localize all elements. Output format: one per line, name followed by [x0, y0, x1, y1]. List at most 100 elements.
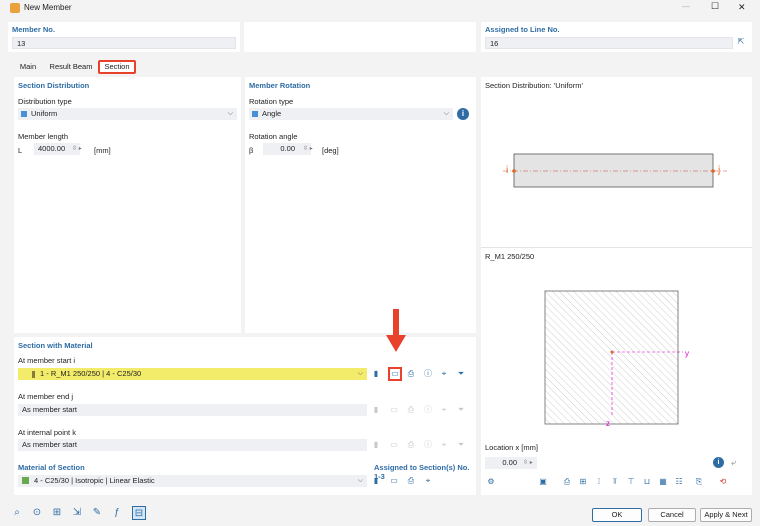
rotation-angle-value: 0.00: [280, 144, 295, 153]
reset-view-icon[interactable]: ⟲: [717, 476, 729, 488]
rotation-type-select[interactable]: Angle ⌵: [249, 108, 453, 120]
dimensions-icon[interactable]: ⊞: [577, 476, 589, 488]
info-icon[interactable]: i: [457, 108, 469, 120]
section-shape: [544, 290, 679, 425]
units-icon[interactable]: ⊙: [30, 506, 44, 520]
length-unit: [mm]: [94, 146, 111, 155]
rotation-type-value: Angle: [262, 109, 282, 118]
tab-section[interactable]: Section: [98, 60, 136, 74]
distribution-preview-svg: [503, 153, 727, 188]
distribution-type-select[interactable]: Uniform ⌵: [18, 108, 237, 120]
pick-line-icon[interactable]: ⇱: [735, 37, 747, 49]
filter-icon[interactable]: ⏷: [455, 368, 467, 380]
new-section-icon[interactable]: ▭: [388, 367, 402, 381]
axis-z-label: z: [606, 419, 610, 428]
angle-swatch: [252, 111, 258, 117]
edit-section-icon[interactable]: ⎙: [405, 439, 417, 451]
member-length-label: Member length: [18, 132, 69, 141]
print-icon[interactable]: ⎙: [561, 476, 573, 488]
member-length-value: 4000.00: [38, 144, 66, 153]
member-no-panel: Member No. 13: [8, 22, 240, 52]
assigned-line-panel: Assigned to Line No. 16 ⇱: [481, 22, 752, 52]
material-value: 4 - C25/30 | Isotropic | Linear Elastic: [34, 476, 155, 485]
export-icon[interactable]: ⎘: [693, 476, 705, 488]
ok-button[interactable]: OK: [592, 508, 642, 522]
distribution-type-label: Distribution type: [18, 97, 72, 106]
model-tree-icon[interactable]: ⊞: [50, 506, 64, 520]
node-j-dot: [711, 169, 715, 173]
pick-material-icon[interactable]: ⌖: [422, 475, 434, 487]
angle-spinner[interactable]: ⇳ ▸: [303, 145, 313, 152]
section-t-icon[interactable]: ⊤: [625, 476, 637, 488]
search-icon[interactable]: ⌕: [10, 506, 24, 520]
section-info-icon[interactable]: ⓘ: [422, 439, 434, 451]
filter-icon[interactable]: ⏷: [455, 404, 467, 416]
assigned-line-input[interactable]: 16: [485, 37, 733, 49]
filter-icon[interactable]: ⏷: [455, 439, 467, 451]
edit-icon[interactable]: ✎: [90, 506, 104, 520]
tab-result-beam[interactable]: Result Beam: [46, 60, 96, 74]
member-start-select[interactable]: 1 - R_M1 250/250 | 4 - C25/30 ⌵: [18, 368, 367, 380]
display-options-icon[interactable]: ⚙: [485, 476, 497, 488]
cancel-button[interactable]: Cancel: [648, 508, 696, 522]
section-i-icon[interactable]: ⫪: [609, 476, 621, 488]
edit-material-icon[interactable]: ⎙: [405, 475, 417, 487]
pin-icon[interactable]: ⤶: [731, 457, 736, 468]
pick-section-icon[interactable]: ⌖: [438, 404, 450, 416]
preview-info-icon[interactable]: i: [713, 457, 724, 468]
stress-points-icon[interactable]: ⁞: [593, 476, 605, 488]
section-material-panel: Section with Material At member start i …: [14, 309, 476, 495]
chevron-down-icon: ⌵: [227, 110, 233, 117]
member-end-label: At member end j: [18, 392, 74, 401]
distribution-type-value: Uniform: [31, 109, 58, 118]
location-label: Location x [mm]: [485, 443, 538, 452]
node-i-dot: [512, 169, 516, 173]
uniform-swatch: [21, 111, 27, 117]
pick-section-icon[interactable]: ⌖: [438, 439, 450, 451]
section-info-icon[interactable]: ⓘ: [422, 368, 434, 380]
assigned-line-label: Assigned to Line No.: [485, 25, 560, 34]
view-mode-icon[interactable]: ▣: [537, 476, 549, 488]
section-preview-title: R_M1 250/250: [485, 252, 535, 261]
library-icon[interactable]: ▮: [370, 368, 382, 380]
member-start-value: 1 - R_M1 250/250 | 4 - C25/30: [40, 369, 142, 378]
library-icon[interactable]: ▮: [370, 404, 382, 416]
location-spinner[interactable]: ⇳ ▸: [523, 459, 533, 466]
rotation-angle-label: Rotation angle: [249, 132, 298, 141]
section-info-icon[interactable]: ⓘ: [422, 404, 434, 416]
material-swatch: [22, 477, 29, 484]
formula-icon[interactable]: ƒ: [110, 506, 124, 520]
display-icon[interactable]: ⊟: [132, 506, 146, 520]
section-distribution-header: Section Distribution: [18, 81, 90, 90]
new-material-icon[interactable]: ▭: [388, 475, 400, 487]
distribution-preview-title: Section Distribution: 'Uniform': [485, 81, 583, 90]
member-no-label: Member No.: [12, 25, 55, 34]
table-icon[interactable]: ☷: [673, 476, 685, 488]
material-header: Material of Section: [18, 463, 85, 472]
grid-icon[interactable]: ▦: [657, 476, 669, 488]
close-button[interactable]: ✕: [738, 2, 746, 13]
internal-point-select[interactable]: As member start: [18, 439, 367, 451]
new-section-icon[interactable]: ▭: [388, 439, 400, 451]
section-swatch: [32, 371, 35, 378]
length-spinner[interactable]: ⇳ ▸: [72, 145, 82, 152]
apply-next-button[interactable]: Apply & Next: [700, 508, 752, 522]
library-icon[interactable]: ▮: [370, 439, 382, 451]
member-end-select[interactable]: As member start: [18, 404, 367, 416]
window-title: New Member: [24, 3, 72, 12]
member-no-input[interactable]: 13: [12, 37, 236, 49]
section-u-icon[interactable]: ⊔: [641, 476, 653, 488]
new-section-icon[interactable]: ▭: [388, 404, 400, 416]
selection-icon[interactable]: ⇲: [70, 506, 84, 520]
edit-section-icon[interactable]: ⎙: [405, 404, 417, 416]
chevron-down-icon: ⌵: [357, 477, 363, 484]
preview-divider: [481, 247, 752, 248]
material-select[interactable]: 4 - C25/30 | Isotropic | Linear Elastic …: [18, 475, 367, 487]
minimize-button[interactable]: —: [682, 2, 690, 11]
material-library-icon[interactable]: ▮: [370, 475, 382, 487]
pick-section-icon[interactable]: ⌖: [438, 368, 450, 380]
maximize-button[interactable]: ☐: [711, 1, 719, 12]
member-rotation-header: Member Rotation: [249, 81, 311, 90]
edit-section-icon[interactable]: ⎙: [405, 368, 417, 380]
tab-main[interactable]: Main: [14, 60, 42, 74]
